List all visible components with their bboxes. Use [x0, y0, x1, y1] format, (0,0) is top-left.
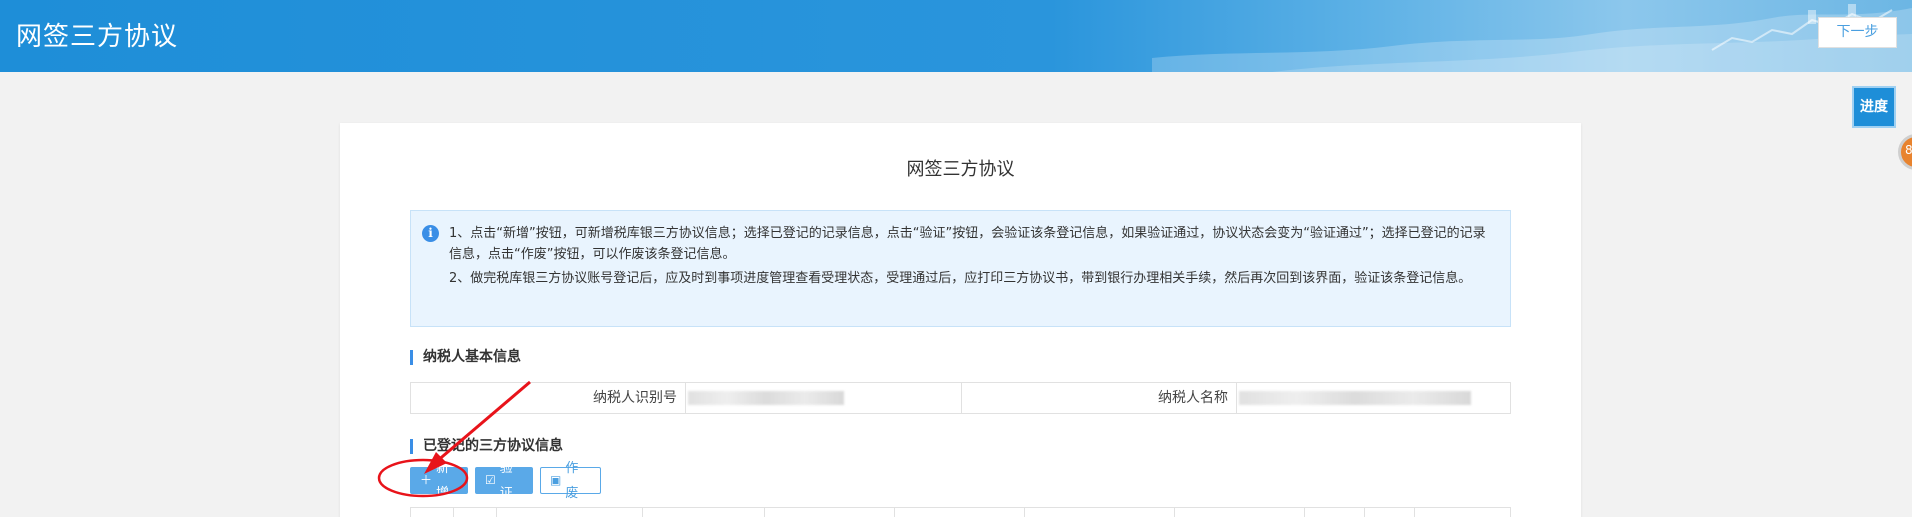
- taxpayer-section-title: 纳税人基本信息: [410, 350, 521, 365]
- table-col: [1365, 508, 1415, 517]
- verify-button[interactable]: ☑ 验证: [475, 461, 533, 501]
- agreements-table-header: [410, 507, 1511, 517]
- void-button-label: 作废: [565, 460, 579, 501]
- table-col: [643, 508, 765, 517]
- taxpayer-id-label: 纳税人识别号: [411, 383, 686, 413]
- redacted-taxpayer-id: [688, 391, 844, 405]
- floating-assistant-label: 8: [1905, 143, 1912, 157]
- notice-line-2: 2、做完税库银三方协议账号登记后，应及时到事项进度管理查看受理状态，受理通过后，…: [449, 271, 1472, 286]
- table-col: [454, 508, 497, 517]
- verify-button-label: 验证: [499, 460, 513, 501]
- main-card: 网签三方协议 i 1、点击“新增”按钮，可新增税库银三方协议信息；选择已登记的记…: [340, 123, 1581, 517]
- progress-button[interactable]: 进度: [1852, 86, 1896, 128]
- page-title: 网签三方协议: [906, 159, 1015, 180]
- app-title: 网签三方协议: [16, 22, 179, 52]
- notice-line-1: 1、点击“新增”按钮，可新增税库银三方协议信息；选择已登记的记录信息，点击“验证…: [449, 226, 1486, 262]
- taxpayer-id-value: [686, 383, 962, 413]
- document-icon: ▣: [550, 473, 562, 487]
- top-header: 网签三方协议 下一步: [0, 0, 1912, 72]
- floating-assistant-button[interactable]: 8: [1898, 134, 1912, 170]
- table-col: [765, 508, 895, 517]
- table-col: [411, 508, 454, 517]
- taxpayer-name-value: [1237, 383, 1510, 413]
- great-wall-background: [1152, 4, 1912, 72]
- table-col: [895, 508, 1025, 517]
- info-icon: i: [422, 225, 439, 242]
- registered-agreements-section-title: 已登记的三方协议信息: [410, 439, 563, 454]
- table-col: [1175, 508, 1305, 517]
- add-button[interactable]: ＋ 新增: [410, 461, 468, 501]
- check-square-icon: ☑: [485, 473, 496, 487]
- void-button[interactable]: ▣ 作废: [540, 461, 601, 501]
- action-toolbar: ＋ 新增 ☑ 验证 ▣ 作废: [410, 461, 601, 501]
- table-col: [497, 508, 643, 517]
- taxpayer-name-label: 纳税人名称: [962, 383, 1237, 413]
- table-col: [1305, 508, 1365, 517]
- table-col: [1025, 508, 1175, 517]
- add-button-label: 新增: [436, 460, 450, 501]
- next-step-button[interactable]: 下一步: [1818, 17, 1897, 48]
- taxpayer-info-row: 纳税人识别号 纳税人名称: [410, 382, 1511, 414]
- plus-icon: ＋: [420, 473, 433, 487]
- redacted-taxpayer-name: [1239, 391, 1471, 405]
- instruction-notice: i 1、点击“新增”按钮，可新增税库银三方协议信息；选择已登记的记录信息，点击“…: [410, 210, 1511, 327]
